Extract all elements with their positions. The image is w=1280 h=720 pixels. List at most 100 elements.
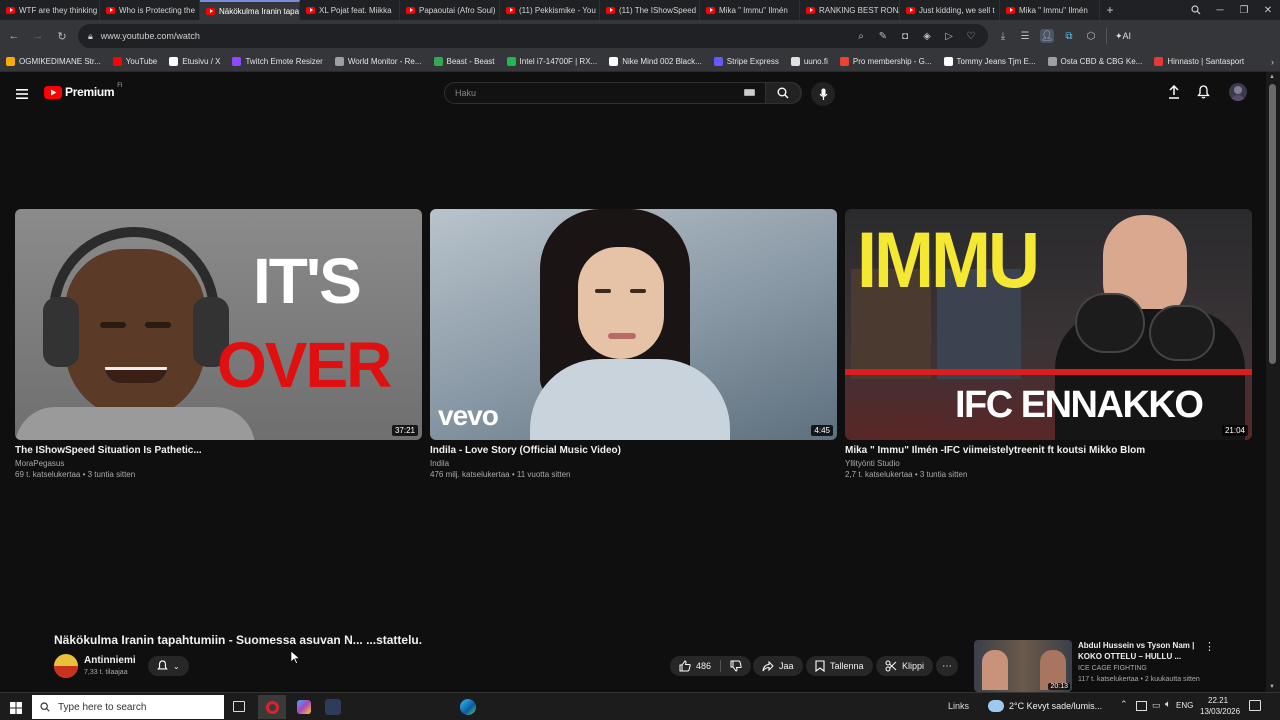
bookmark-item[interactable]: Intel i7-14700F | RX... [506,57,597,66]
video-channel[interactable]: Yllityönti Studio [845,459,1252,468]
video-channel[interactable]: Indila [430,459,837,468]
bookmark-item[interactable]: Beast - Beast [433,57,495,66]
taskbar-search-input[interactable]: Type here to search [32,695,224,719]
thumbs-down-icon[interactable] [730,660,742,672]
subscribed-bell-button[interactable]: ⌄ [148,656,189,676]
camera-icon[interactable]: ◘ [898,29,912,43]
tray-app-icon[interactable] [1136,701,1147,711]
video-card[interactable]: vevo 4:45 Indila - Love Story (Official … [430,209,837,479]
voice-search-button[interactable] [811,82,835,106]
browser-tab[interactable]: Mika " Immu" Ilmén [700,0,800,20]
search-input[interactable]: Haku [444,82,802,104]
network-icon[interactable]: ▭ [1152,700,1161,711]
clock-time[interactable]: 22.21 [1208,696,1228,705]
video-thumbnail[interactable]: IMMU IFC ENNAKKO 21:04 [845,209,1252,440]
video-title[interactable]: The IShowSpeed Situation Is Pathetic... [15,445,422,456]
channel-name[interactable]: Antinniemi [84,655,136,666]
scrollbar-thumb[interactable] [1269,84,1276,364]
suggested-title[interactable]: Abdul Hussein vs Tyson Nam | KOKO OTTELU… [1078,640,1206,662]
browser-tab[interactable]: Who is Protecting the [100,0,200,20]
tray-overflow-icon[interactable]: ⌃ [1120,699,1128,710]
browser-tab[interactable]: Mika " Immu" Ilmén [1000,0,1100,20]
notifications-center-icon[interactable] [1249,700,1261,711]
maximize-icon[interactable]: ❐ [1232,0,1256,20]
taskbar-edge-icon[interactable] [460,699,476,715]
volume-icon[interactable]: 🔈︎ [1165,699,1171,710]
edit-icon[interactable]: ✎ [876,29,890,43]
video-thumbnail[interactable]: vevo 4:45 [430,209,837,440]
back-icon[interactable]: ← [6,28,22,44]
browser-tab[interactable]: Papaoutai (Afro Soul) [400,0,500,20]
avatar[interactable] [1229,83,1247,101]
bookmark-item[interactable]: Tommy Jeans Tjm E... [943,57,1036,66]
profile-icon[interactable]: 👤︎ [1040,29,1054,43]
copilot-icon[interactable]: ✦ AI [1115,29,1131,43]
bookmark-item[interactable]: Twitch Emote Resizer [232,57,323,66]
like-button[interactable]: 486 [670,656,752,676]
new-tab-button[interactable]: + [1100,0,1120,20]
taskbar-app-dim-icon[interactable] [325,699,341,715]
bookmark-item[interactable]: Stripe Express [713,57,779,66]
close-window-icon[interactable]: ✕ [1256,0,1280,20]
download-icon[interactable]: ⤓ [996,29,1010,43]
collections-icon[interactable]: ☰ [1018,29,1032,43]
video-title[interactable]: Mika " Immu" Ilmén -IFC viimeistelytreen… [845,445,1252,456]
bookmark-item[interactable]: Nike Mind 002 Black... [609,57,702,66]
share-button[interactable]: Jaa [753,656,803,676]
browser-tab[interactable]: Näkökulma Iranin tapaht [200,0,300,20]
suggested-menu-icon[interactable]: ⋮ [1204,640,1215,653]
page-scrollbar[interactable]: ▲ ▼ [1266,72,1280,692]
zoom-icon[interactable]: ⌕ [854,29,868,43]
search-tabs-icon[interactable] [1184,0,1208,20]
bookmark-item[interactable]: uuno.fi [790,57,828,66]
links-toolbar[interactable]: Links [948,701,969,711]
site-info-icon[interactable]: 🔒︎ [88,31,93,42]
create-upload-icon[interactable] [1168,84,1180,104]
bookmark-item[interactable]: Hinnasto | Santasport [1154,57,1244,66]
youtube-logo[interactable]: Premium FI [44,83,123,99]
extension-icon-blue[interactable]: ⧉ [1062,29,1076,43]
search-button[interactable] [765,82,801,104]
bookmark-item[interactable]: World Monitor - Re... [334,57,422,66]
weather-text[interactable]: 2°C Kevyt sade/lumis... [1009,701,1102,711]
browser-tab[interactable]: (11) Pekkismike - You [500,0,600,20]
save-button[interactable]: Tallenna [806,656,873,676]
bookmark-item[interactable]: Pro membership - G... [839,57,932,66]
task-view-icon[interactable] [233,701,245,712]
taskbar-app-colorful-icon[interactable] [293,697,315,717]
weather-icon[interactable] [988,700,1004,712]
video-channel[interactable]: MoraPegasus [15,459,422,468]
extension-icon-cube[interactable]: ⬡ [1084,29,1098,43]
scroll-down-arrow[interactable]: ▼ [1269,684,1275,690]
clip-button[interactable]: Klippi [876,656,934,676]
language-indicator[interactable]: ENG [1176,701,1193,710]
browser-tab[interactable]: WTF are they thinking [0,0,100,20]
video-card[interactable]: IT'S OVER 37:21 The IShowSpeed Situation… [15,209,422,479]
menu-icon[interactable] [16,86,28,99]
bookmark-item[interactable]: YouTube [112,57,157,66]
channel-avatar[interactable] [54,654,78,678]
browser-tab[interactable]: Just kidding, we sell t [900,0,1000,20]
bookmark-item[interactable]: Osta CBD & CBG Ke... [1047,57,1142,66]
clock-date[interactable]: 13/03/2026 [1200,707,1240,716]
windows-start-icon[interactable] [10,701,22,719]
browser-tab[interactable]: (11) The IShowSpeed [600,0,700,20]
shield-icon[interactable]: ◈ [920,29,934,43]
video-title[interactable]: Indila - Love Story (Official Music Vide… [430,445,837,456]
keyboard-icon[interactable] [744,89,755,96]
suggested-thumbnail[interactable]: 20:13 [974,640,1072,692]
forward-icon[interactable]: → [30,28,46,44]
notifications-bell-icon[interactable] [1197,85,1210,104]
bookmark-item[interactable]: Etusivu / X [169,57,220,66]
taskbar-opera-icon[interactable] [258,695,286,719]
video-thumbnail[interactable]: IT'S OVER 37:21 [15,209,422,440]
suggested-video-item[interactable]: 20:13 Abdul Hussein vs Tyson Nam | KOKO … [974,640,1212,692]
favorite-icon[interactable]: ♡ [964,29,978,43]
more-actions-button[interactable]: ⋯ [936,656,958,676]
video-card[interactable]: IMMU IFC ENNAKKO 21:04 Mika " Immu" Ilmé… [845,209,1252,479]
reload-icon[interactable]: ↻ [54,28,70,44]
more-bookmarks-icon[interactable]: › [1271,57,1274,67]
browser-tab[interactable]: XL Pojat feat. Miikka [300,0,400,20]
bookmark-item[interactable]: OGMIKEDIMANE Str... [6,57,101,66]
url-field[interactable]: 🔒︎ www.youtube.com/watch ⌕ ✎ ◘ ◈ ▷ ♡ [78,24,988,48]
